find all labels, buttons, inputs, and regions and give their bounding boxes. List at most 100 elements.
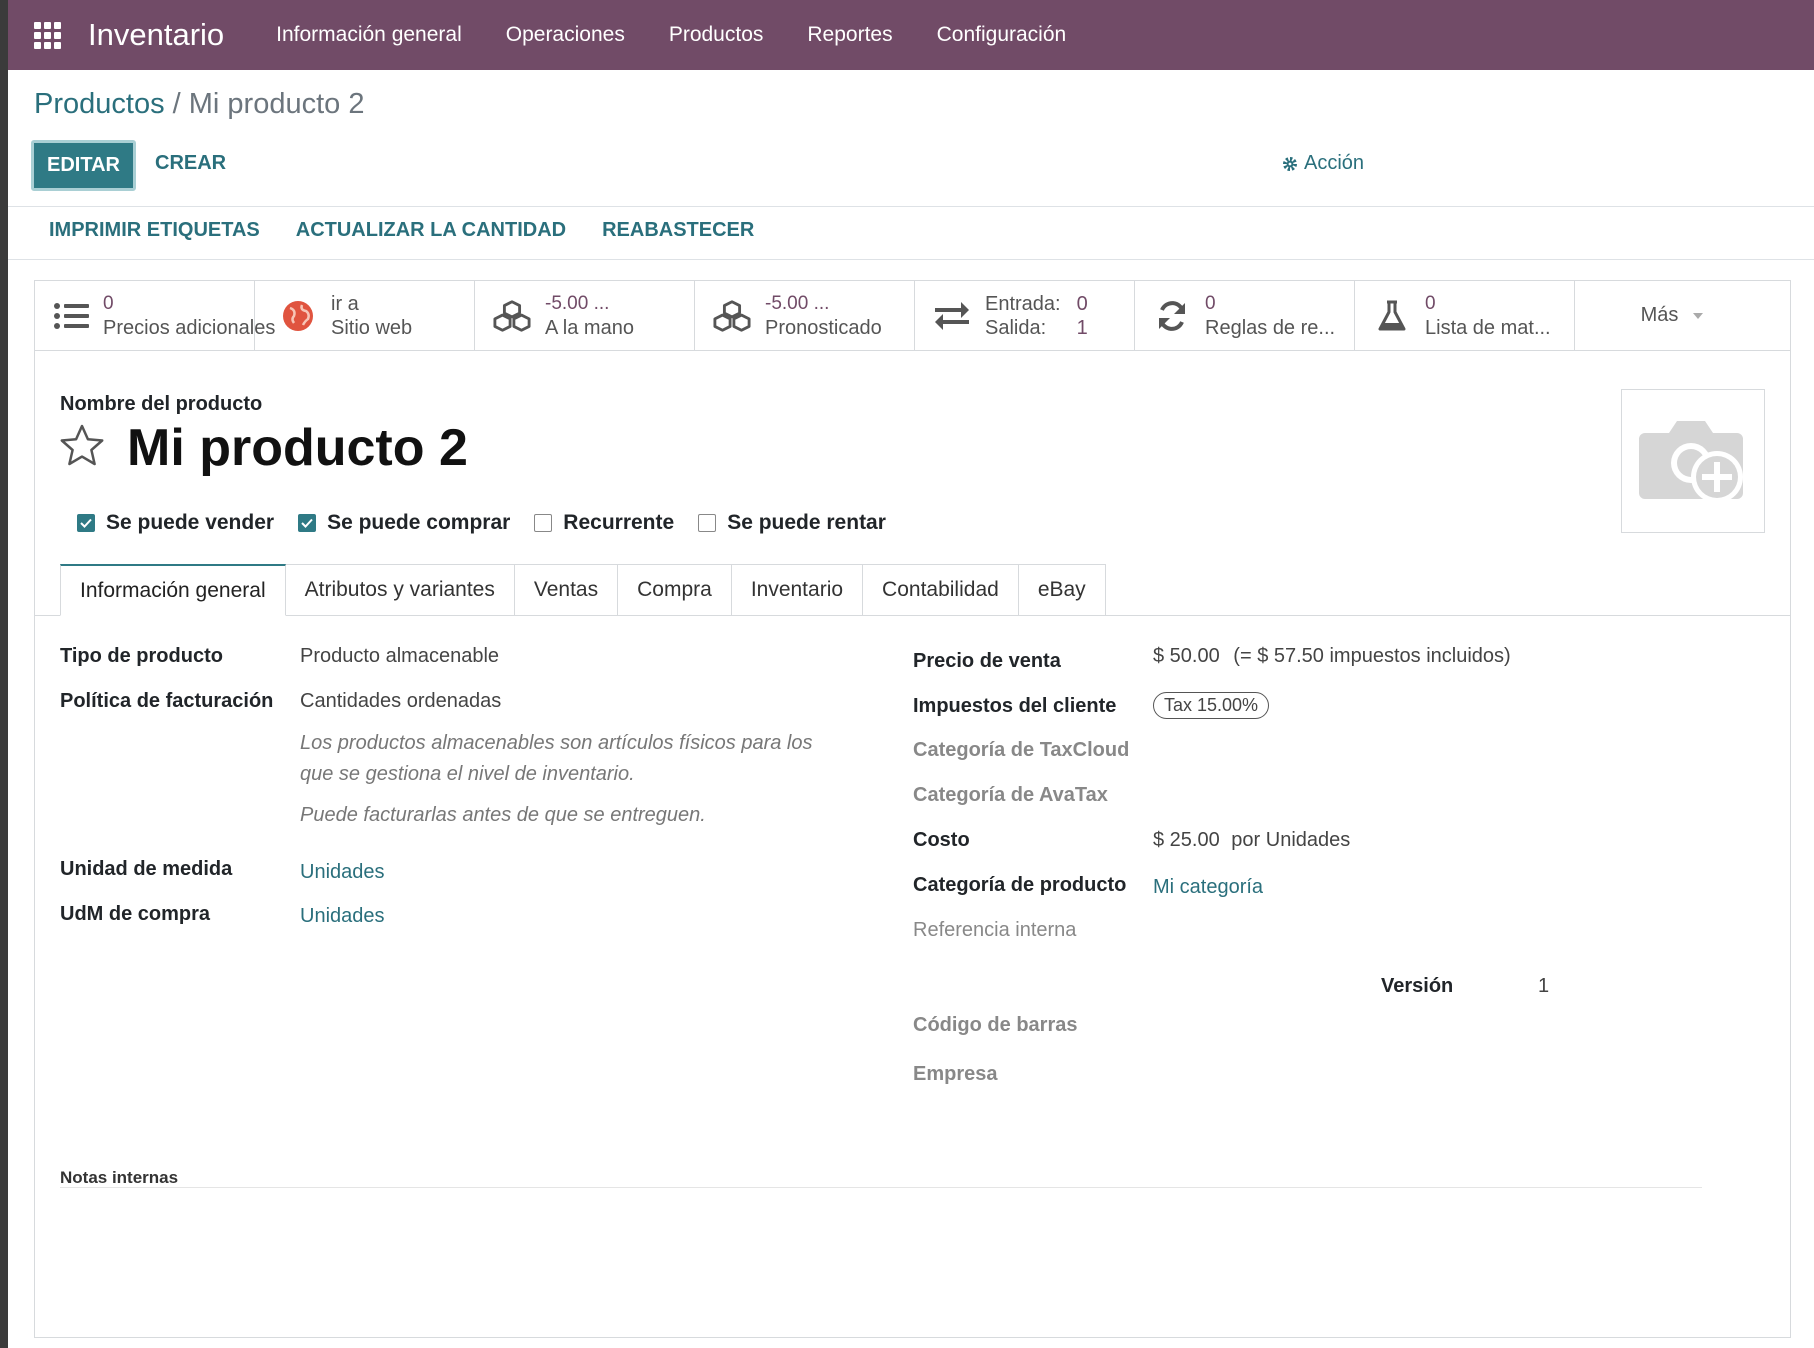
product-flags: Se puede vender Se puede comprar Recurre…	[77, 511, 910, 535]
extra-prices-button[interactable]: 0 Precios adicionales	[35, 281, 275, 350]
form-tabs: Información general Atributos y variante…	[60, 564, 1106, 616]
check-icon	[301, 518, 313, 528]
checkbox-label: Se puede vender	[106, 511, 275, 534]
product-name[interactable]: Mi producto 2	[127, 418, 468, 478]
more-label: Más	[1640, 304, 1679, 326]
print-labels-button[interactable]: IMPRIMIR ETIQUETAS	[49, 219, 260, 242]
edit-button[interactable]: EDITAR	[31, 140, 136, 191]
favorite-star-icon[interactable]	[59, 423, 105, 469]
checkbox-label: Recurrente	[563, 511, 675, 534]
in-out-button[interactable]: Entrada: 0 Salida: 1	[915, 281, 1135, 350]
statusbar-buttons: IMPRIMIR ETIQUETAS ACTUALIZAR LA CANTIDA…	[49, 219, 754, 242]
product-type-field[interactable]: Producto almacenable	[300, 645, 499, 668]
cost-unit: por Unidades	[1231, 829, 1351, 851]
reorder-rules-count: 0	[1205, 292, 1216, 314]
replenish-button[interactable]: REABASTECER	[602, 219, 754, 242]
version-value: 1	[1538, 975, 1550, 997]
product-category-field[interactable]: Mi categoría	[1153, 876, 1263, 899]
caret-down-icon	[1693, 312, 1704, 319]
reorder-rules-label: Reglas de re...	[1205, 316, 1336, 339]
customer-taxes-label: Impuestos del cliente	[913, 695, 1117, 717]
breadcrumb-parent[interactable]: Productos	[34, 88, 165, 120]
smart-buttons: 0 Precios adicionales ir a Sitio web -5.…	[35, 281, 1790, 351]
checkbox-box[interactable]	[534, 514, 553, 532]
tab-informacion-general[interactable]: Información general	[60, 564, 286, 616]
gear-icon	[1283, 156, 1297, 171]
can-be-rented-checkbox[interactable]: Se puede rentar	[698, 511, 886, 535]
on-hand-qty: -5.00 ...	[545, 292, 610, 314]
website-button[interactable]: ir a Sitio web	[255, 281, 475, 350]
sale-price-taxed: (= $ 57.50 impuestos incluidos)	[1233, 645, 1511, 667]
extra-prices-count: 0	[103, 292, 114, 314]
checkbox-label: Se puede comprar	[327, 511, 511, 534]
customer-taxes-field[interactable]: Tax 15.00%	[1153, 692, 1270, 719]
internal-reference-label: Referencia interna	[913, 919, 1077, 941]
avatax-category-label: Categoría de AvaTax	[913, 784, 1108, 806]
menu-operaciones[interactable]: Operaciones	[506, 23, 625, 47]
list-icon	[53, 297, 89, 335]
checkbox-box[interactable]	[77, 514, 95, 532]
uom-field[interactable]: Unidades	[300, 861, 385, 884]
company-label: Empresa	[913, 1063, 998, 1085]
more-button[interactable]: Más	[1575, 281, 1770, 350]
in-label: Entrada:	[985, 292, 1061, 315]
menu-informacion-general[interactable]: Información general	[276, 23, 462, 47]
cost-value: $ 25.00	[1153, 829, 1220, 851]
tab-ebay[interactable]: eBay	[1018, 564, 1106, 616]
menu-configuracion[interactable]: Configuración	[937, 23, 1067, 47]
checkbox-box[interactable]	[698, 514, 717, 532]
in-out-values: Entrada: 0 Salida: 1	[985, 292, 1088, 340]
uom-label: Unidad de medida	[60, 858, 233, 880]
can-be-purchased-checkbox[interactable]: Se puede comprar	[298, 511, 510, 535]
apps-grid-icon[interactable]	[32, 20, 62, 50]
forecast-label: Pronosticado	[765, 316, 882, 339]
bom-button[interactable]: 0 Lista de mat...	[1355, 281, 1575, 350]
cubes-icon	[493, 297, 531, 335]
action-menu-button[interactable]: Acción	[1282, 152, 1364, 175]
menu-reportes[interactable]: Reportes	[807, 23, 892, 47]
cost-field[interactable]: $ 25.00 por Unidades	[1153, 829, 1350, 852]
globe-icon	[279, 297, 317, 335]
reorder-rules-button[interactable]: 0 Reglas de re...	[1135, 281, 1355, 350]
create-button[interactable]: CREAR	[155, 152, 226, 175]
product-image-upload[interactable]	[1621, 389, 1765, 533]
recurring-checkbox[interactable]: Recurrente	[534, 511, 674, 535]
invoice-policy-field[interactable]: Cantidades ordenadas	[300, 690, 501, 713]
refresh-icon	[1153, 297, 1191, 335]
tab-ventas[interactable]: Ventas	[514, 564, 619, 616]
checkbox-box[interactable]	[298, 514, 317, 532]
invoice-policy-help: Puede facturarlas antes de que se entreg…	[300, 804, 706, 826]
tab-compra[interactable]: Compra	[618, 564, 732, 616]
taxcloud-category-label: Categoría de TaxCloud	[913, 739, 1130, 761]
cost-label: Costo	[913, 829, 970, 851]
website-label: Sitio web	[331, 316, 413, 339]
forecast-button[interactable]: -5.00 ... Pronosticado	[695, 281, 915, 350]
tab-inventario[interactable]: Inventario	[731, 564, 864, 616]
sale-price-field[interactable]: $ 50.00 (= $ 57.50 impuestos incluidos)	[1153, 645, 1511, 668]
on-hand-button[interactable]: -5.00 ... A la mano	[475, 281, 695, 350]
sale-price-value: $ 50.00	[1153, 645, 1220, 667]
flask-icon	[1373, 297, 1411, 335]
purchase-uom-field[interactable]: Unidades	[300, 905, 385, 928]
divider	[8, 206, 1814, 207]
bom-label: Lista de mat...	[1425, 316, 1551, 339]
can-be-sold-checkbox[interactable]: Se puede vender	[77, 511, 274, 535]
update-quantity-button[interactable]: ACTUALIZAR LA CANTIDAD	[296, 219, 566, 242]
product-category-label: Categoría de producto	[913, 874, 1127, 896]
app-brand[interactable]: Inventario	[88, 17, 224, 53]
extra-prices-label: Precios adicionales	[103, 316, 276, 339]
tab-contabilidad[interactable]: Contabilidad	[863, 564, 1019, 616]
barcode-label: Código de barras	[913, 1014, 1078, 1036]
exchange-icon	[933, 297, 971, 335]
menu-productos[interactable]: Productos	[669, 23, 764, 47]
sale-price-label: Precio de venta	[913, 650, 1061, 672]
tab-atributos-variantes[interactable]: Atributos y variantes	[285, 564, 515, 616]
out-label: Salida:	[985, 316, 1047, 339]
breadcrumb-current: Mi producto 2	[188, 88, 365, 120]
internal-notes-field[interactable]	[60, 1187, 1702, 1188]
window-edge	[0, 0, 8, 1348]
invoice-policy-label: Política de facturación	[60, 690, 274, 712]
out-value: 1	[1076, 316, 1088, 339]
cubes-icon	[713, 297, 751, 335]
product-name-label: Nombre del producto	[60, 393, 263, 415]
